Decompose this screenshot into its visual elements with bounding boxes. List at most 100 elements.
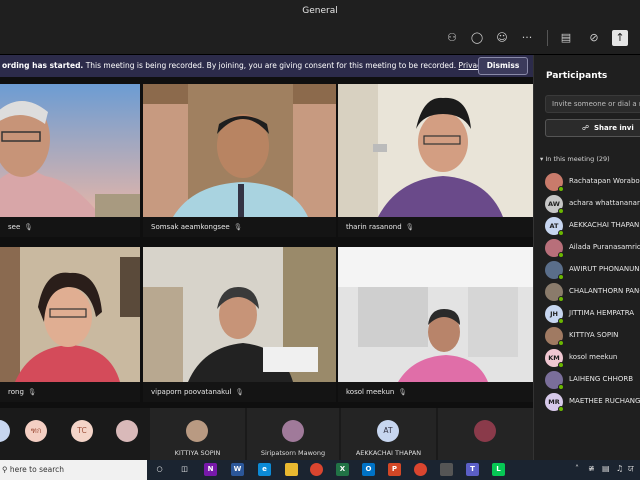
avatar: AT [377, 420, 399, 442]
presence-dot [558, 362, 564, 368]
participant-name: MAETHEE RUCHANGK [569, 397, 640, 405]
video-tile[interactable]: see 🎙 [0, 84, 140, 237]
outlook-icon[interactable]: O [362, 463, 375, 476]
people-icon[interactable]: ⚇ [444, 30, 460, 46]
avatar[interactable]: TC [71, 420, 93, 442]
invite-input[interactable]: Invite someone or dial a nu [545, 95, 640, 113]
chat-icon[interactable]: ◯ [469, 30, 485, 46]
participant-video [338, 84, 533, 217]
participant-video [0, 247, 140, 382]
word-icon[interactable]: W [231, 463, 244, 476]
mic-icon: 🎙 [235, 388, 244, 396]
tile-name-label: see 🎙 [0, 217, 140, 237]
participant-row[interactable]: Rachatapan Woraboo [545, 171, 640, 193]
avatar[interactable] [116, 420, 138, 442]
strip-participant-name: KITTIYA SOPIN [174, 449, 221, 457]
video-tile[interactable]: tharin rasanond 🎙 [338, 84, 533, 237]
strip-participant[interactable]: AT AEKKACHAI THAPAN [341, 408, 436, 460]
avatar [474, 420, 496, 442]
battery-icon[interactable]: ▤ [602, 464, 610, 473]
wifi-icon[interactable]: ≇ [588, 464, 595, 473]
mic-icon: 🎙 [24, 223, 33, 231]
mic-icon: 🎙 [405, 223, 414, 231]
folder-icon[interactable] [285, 463, 298, 476]
avatar[interactable] [0, 420, 10, 442]
more-icon[interactable]: ··· [519, 30, 535, 46]
strip-participant[interactable] [438, 408, 533, 460]
video-tile[interactable]: vipaporn poovatanakul 🎙 [143, 247, 336, 402]
start-circle-icon[interactable]: ○ [153, 463, 166, 476]
participant-row[interactable]: CHALANTHORN PAN- [545, 281, 640, 303]
participant-name: achara whattananaron [569, 199, 640, 207]
line-icon[interactable]: L [492, 463, 505, 476]
recording-started-text: ording has started. [2, 61, 84, 70]
powerpoint-icon[interactable]: P [388, 463, 401, 476]
presence-dot [558, 406, 564, 412]
strip-participant[interactable]: Siripatsorn Mawong [247, 408, 339, 460]
participant-row[interactable]: KM kosol meekun [545, 347, 640, 369]
tile-name-label: Somsak aeamkongsee 🎙 [143, 217, 336, 237]
onenote-icon[interactable]: N [204, 463, 217, 476]
video-tile[interactable]: kosol meekun 🎙 [338, 247, 533, 402]
participant-row[interactable]: JH JITTIMA HEMPATRA [545, 303, 640, 325]
tile-name-label: tharin rasanond 🎙 [338, 217, 533, 237]
avatar [186, 420, 208, 442]
dismiss-button[interactable]: Dismiss [478, 57, 528, 75]
video-tile[interactable]: Somsak aeamkongsee 🎙 [143, 84, 336, 237]
participant-name: CHALANTHORN PAN- [569, 287, 640, 295]
mic-icon: 🎙 [27, 388, 37, 396]
participant-name: LAIHENG CHHORB [569, 375, 634, 383]
volume-icon[interactable]: ♫ [616, 464, 623, 473]
share-tray-icon[interactable]: ↑ [612, 30, 628, 46]
participant-row[interactable]: Ailada Puranasamriddl [545, 237, 640, 259]
participant-name: AEKKACHAI THAPAN [569, 221, 640, 229]
participant-row[interactable]: AWachara whattananaron [545, 193, 640, 215]
participant-row[interactable]: MR MAETHEE RUCHANGK [545, 391, 640, 413]
participant-row[interactable]: LAIHENG CHHORB [545, 369, 640, 391]
edge-icon[interactable]: e [258, 463, 271, 476]
participant-video [338, 247, 533, 382]
mic-icon: 🎙 [398, 388, 407, 396]
presence-dot [558, 208, 564, 214]
presence-dot [558, 230, 564, 236]
search-icon: ⚲ [2, 465, 10, 474]
excel-icon[interactable]: X [336, 463, 349, 476]
participant-row[interactable]: KITTIYA SOPIN [545, 325, 640, 347]
chrome-icon[interactable] [310, 463, 323, 476]
strip-participant[interactable]: KITTIYA SOPIN [150, 408, 245, 460]
recording-consent-text: This meeting is being recorded. By joini… [85, 61, 457, 70]
app-icon[interactable] [440, 463, 453, 476]
windows-taskbar: ⚲ here to search ○ ◫ N W e X O P T L ˄ ≇… [0, 460, 640, 480]
participant-row[interactable]: AWIRUT PHONANUN [545, 259, 640, 281]
participant-name: AWIRUT PHONANUN [569, 265, 640, 273]
reactions-icon[interactable]: ☺ [494, 30, 510, 46]
panel-title: Participants [546, 71, 608, 81]
video-tile[interactable]: rong 🎙 [0, 247, 140, 402]
participant-name: Rachatapan Woraboo [569, 177, 640, 185]
tile-name-label: vipaporn poovatanakul 🎙 [143, 382, 336, 402]
task-view-icon[interactable]: ◫ [178, 463, 191, 476]
participants-panel: Participants Invite someone or dial a nu… [533, 55, 640, 460]
participant-row[interactable]: AT AEKKACHAI THAPAN [545, 215, 640, 237]
taskbar-search[interactable]: ⚲ here to search [0, 460, 147, 480]
avatar[interactable]: ฑก [25, 420, 47, 442]
tray-chevron-icon[interactable]: ˄ [575, 464, 579, 473]
tile-name-label: kosol meekun 🎙 [338, 382, 533, 402]
recording-banner: ording has started. This meeting is bein… [0, 55, 533, 77]
presence-dot [558, 252, 564, 258]
mic-icon: 🎙 [233, 223, 242, 231]
presence-dot [558, 340, 564, 346]
tile-name-label: rong 🎙 [0, 382, 140, 402]
participant-name: KITTIYA SOPIN [569, 331, 619, 339]
share-invite-button[interactable]: ☍ Share invi [545, 119, 640, 137]
chrome-icon[interactable] [414, 463, 427, 476]
camera-off-icon[interactable]: ▤ [558, 30, 574, 46]
share-icon: ☍ [582, 124, 590, 132]
language-icon[interactable]: ਯ [628, 464, 634, 474]
in-meeting-section[interactable]: ▾ In this meeting (29) [540, 155, 610, 163]
participant-video [143, 247, 336, 382]
participant-strip: ฑก TC KITTIYA SOPIN Siripatsorn Mawong A… [0, 408, 533, 460]
mic-off-icon[interactable]: ⊘ [586, 30, 602, 46]
presence-dot [558, 318, 564, 324]
teams-icon[interactable]: T [466, 463, 479, 476]
